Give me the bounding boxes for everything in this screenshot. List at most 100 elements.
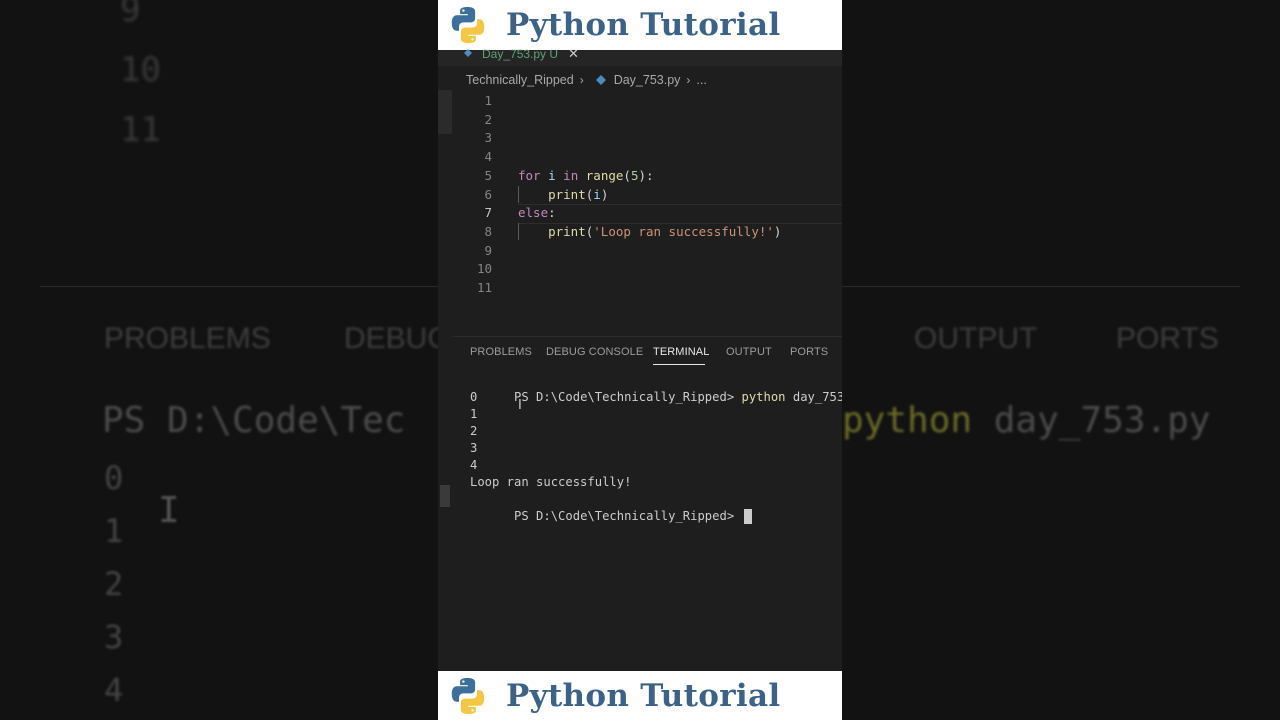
close-tab-icon[interactable]: ✕	[568, 46, 579, 62]
tab-debug-console[interactable]: DEBUG CONSOLE	[546, 346, 643, 358]
tab-ports[interactable]: PORTS	[790, 346, 828, 358]
chevron-right-icon: ›	[579, 73, 584, 87]
code-token: range	[585, 167, 624, 183]
code-text: else:	[518, 204, 556, 223]
bg-tab: PORTS	[1116, 322, 1219, 355]
editor-tab-label[interactable]: Day_753.py U	[482, 47, 558, 61]
code-token: i	[548, 167, 556, 183]
python-logo-icon	[451, 677, 485, 714]
panel-tab-bar: PROBLEMS DEBUG CONSOLE TERMINAL OUTPUT PORTS	[470, 346, 842, 366]
code-token: ):	[638, 167, 654, 183]
terminal-prompt: PS D:\Code\Technically_Ripped>	[514, 509, 735, 523]
code-line[interactable]: 2	[438, 111, 842, 130]
breadcrumb-file[interactable]: Day_753.py	[614, 73, 681, 87]
code-token: :	[548, 205, 556, 221]
tab-status: U	[549, 47, 559, 61]
line-number: 2	[484, 111, 492, 127]
bg-args-text: day_753.py	[993, 400, 1211, 441]
line-number: 7	[484, 205, 492, 221]
code-token: else	[518, 205, 549, 221]
terminal-output-line: 2	[470, 424, 478, 438]
code-line[interactable]: 3	[438, 129, 842, 148]
background-command: python day_753.py	[842, 400, 1210, 441]
bg-output-line: 2	[104, 565, 124, 603]
banner-title: Python Tutorial	[506, 7, 781, 43]
code-line[interactable]: 9	[438, 242, 842, 261]
bg-tab: DEBUG	[344, 322, 451, 355]
code-line[interactable]: 4	[438, 148, 842, 167]
bg-output-line: 1	[104, 512, 124, 550]
code-line[interactable]: 10	[438, 260, 842, 279]
bg-command-text: python	[842, 400, 973, 441]
bg-output-line: 0	[104, 459, 124, 497]
code-token: )	[773, 223, 782, 239]
code-editor[interactable]: 1 2 3 4 5 for i in range(5): 6 print(i) 7 else: 8…	[438, 92, 842, 302]
current-line-highlight	[518, 204, 842, 225]
line-number: 4	[484, 149, 492, 165]
ibeam-cursor-icon: I	[518, 398, 522, 413]
code-line[interactable]: 7 else:	[438, 204, 842, 225]
python-logo-icon	[451, 7, 485, 43]
tab-filename: Day_753.py	[482, 47, 547, 61]
terminal-output-line: 0	[470, 390, 478, 404]
panel-divider[interactable]	[452, 336, 842, 337]
line-number: 8	[484, 223, 492, 239]
line-number: 6	[484, 186, 492, 202]
code-token: in	[563, 167, 579, 183]
background-output: 0 1 2 3 4	[104, 452, 123, 717]
bg-line-number: 11	[120, 110, 161, 150]
chevron-right-icon: ›	[686, 73, 691, 87]
code-line[interactable]: 5 for i in range(5):	[438, 167, 842, 186]
terminal-cursor	[743, 509, 752, 524]
tab-problems[interactable]: PROBLEMS	[470, 346, 532, 358]
bg-ibeam-cursor-icon: I	[158, 490, 180, 531]
terminal-command-line: PS D:\Code\Technically_Ripped> python da…	[470, 372, 842, 404]
line-number: 11	[476, 280, 492, 295]
background-line-numbers: 9 10 11	[120, 0, 161, 160]
code-line[interactable]: 11	[438, 279, 842, 298]
code-token: 'Loop ran successfully!'	[593, 223, 774, 239]
bg-line-number: 10	[120, 50, 161, 90]
tab-output[interactable]: OUTPUT	[726, 346, 772, 358]
terminal-prompt-line: PS D:\Code\Technically_Ripped>	[470, 491, 752, 524]
bg-line-number: 9	[120, 0, 141, 30]
code-token: print	[548, 223, 586, 239]
indent-guide	[518, 222, 519, 240]
breadcrumb: Technically_Ripped › Day_753.py › ...	[466, 73, 707, 87]
terminal-output-line: Loop ran successfully!	[470, 475, 632, 489]
terminal-output-line: 4	[470, 458, 478, 472]
code-token: for	[518, 167, 541, 183]
terminal-args: day_753.py	[792, 390, 842, 404]
bg-output-line: 4	[104, 671, 124, 709]
bg-prompt-text: PS D:\Code\Tec	[102, 400, 406, 441]
breadcrumb-more[interactable]: ...	[696, 73, 706, 87]
scrollbar-thumb[interactable]	[440, 485, 450, 507]
bg-output-line: 3	[104, 618, 124, 656]
terminal-output-line: 1	[470, 407, 478, 421]
code-token: (	[623, 167, 631, 183]
code-text: print('Loop ran successfully!')	[518, 223, 781, 242]
code-line[interactable]: 1	[438, 92, 842, 111]
terminal-output-line: 3	[470, 441, 478, 455]
editor-tab-strip: Day_753.py U ✕	[438, 46, 842, 66]
active-tab-underline	[653, 364, 705, 365]
bg-tab: OUTPUT	[914, 322, 1038, 355]
code-line[interactable]: 6 print(i)	[438, 185, 842, 205]
breadcrumb-folder[interactable]: Technically_Ripped	[466, 73, 574, 87]
code-token: i	[593, 186, 601, 202]
code-text: print(i)	[518, 186, 608, 205]
tab-terminal[interactable]: TERMINAL	[653, 346, 709, 358]
line-number: 5	[484, 167, 492, 183]
line-number: 3	[484, 130, 492, 146]
bottom-banner: Python Tutorial	[438, 671, 842, 720]
code-line[interactable]: 8 print('Loop ran successfully!')	[438, 222, 842, 242]
code-token: print	[548, 186, 586, 202]
python-file-icon	[595, 75, 606, 85]
bg-tab: PROBLEMS	[104, 322, 271, 355]
line-number: 9	[484, 242, 492, 258]
top-banner: Python Tutorial	[438, 0, 842, 50]
